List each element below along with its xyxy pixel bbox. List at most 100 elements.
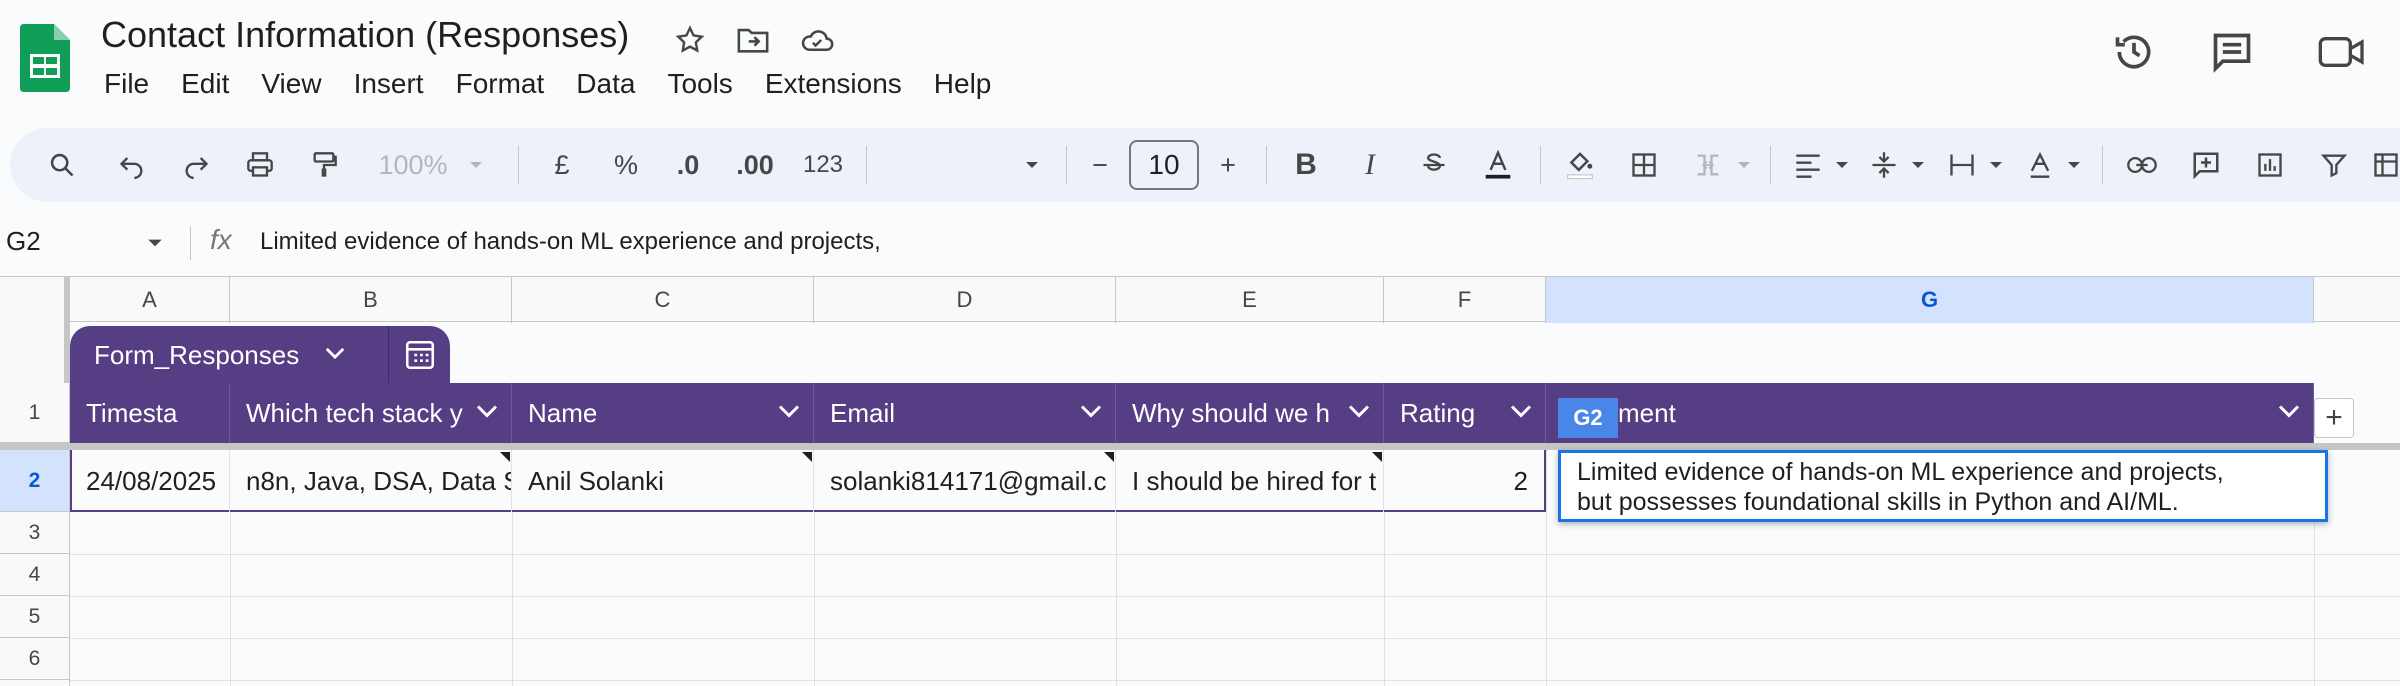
column-header-d[interactable]: D [814, 277, 1116, 323]
menu-edit[interactable]: Edit [165, 68, 245, 100]
chevron-down-icon[interactable] [475, 399, 499, 423]
cell-d2[interactable]: solanki814171@gmail.c [814, 450, 1116, 512]
comments-icon[interactable] [2206, 26, 2258, 78]
menu-insert[interactable]: Insert [338, 68, 440, 100]
percent-format-button[interactable]: % [604, 143, 648, 187]
toolbar-divider [1540, 146, 1541, 184]
formula-input[interactable]: Limited evidence of hands-on ML experien… [260, 228, 881, 256]
bold-button[interactable]: B [1284, 143, 1328, 187]
name-box[interactable]: G2 [6, 226, 41, 257]
document-title[interactable]: Contact Information (Responses) [101, 14, 629, 56]
chevron-down-icon[interactable] [1509, 399, 1533, 423]
text-color-icon[interactable] [1476, 143, 1520, 187]
increase-font-size-button[interactable]: + [1208, 143, 1248, 187]
column-header-c[interactable]: C [512, 277, 814, 323]
text-wrapping-icon[interactable] [1940, 143, 1984, 187]
filter-icon[interactable] [2312, 143, 2356, 187]
toolbar: 100% £ % .0 .00 123 − 10 + B I [10, 128, 2400, 202]
column-header-a[interactable]: A [70, 277, 230, 323]
column-header-f[interactable]: F [1384, 277, 1546, 323]
zoom-chevron-down-icon[interactable] [464, 143, 488, 187]
fill-color-icon[interactable] [1558, 143, 1602, 187]
version-history-icon[interactable] [2108, 26, 2160, 78]
add-column-button[interactable]: + [2314, 398, 2354, 438]
increase-decimal-button[interactable]: .00 [730, 143, 780, 187]
borders-icon[interactable] [1622, 143, 1666, 187]
insert-comment-icon[interactable] [2184, 143, 2228, 187]
menu-view[interactable]: View [245, 68, 337, 100]
undo-icon[interactable] [110, 143, 154, 187]
star-icon[interactable] [670, 20, 710, 60]
strikethrough-icon[interactable] [1412, 143, 1456, 187]
wrap-chevron-down-icon[interactable] [1984, 143, 2008, 187]
chevron-down-icon[interactable] [777, 399, 801, 423]
currency-format-button[interactable]: £ [540, 143, 584, 187]
cell-e2[interactable]: I should be hired for t [1116, 450, 1384, 512]
align-chevron-down-icon[interactable] [1830, 143, 1854, 187]
cell-f2[interactable]: 2 [1384, 450, 1546, 512]
menu-data[interactable]: Data [560, 68, 651, 100]
chevron-down-icon[interactable] [1079, 399, 1103, 423]
select-all-corner[interactable] [0, 277, 70, 323]
redo-icon[interactable] [174, 143, 218, 187]
print-icon[interactable] [238, 143, 282, 187]
table-header-email[interactable]: Email [814, 383, 1116, 443]
row-header-3[interactable]: 3 [0, 512, 70, 554]
italic-button[interactable]: I [1348, 143, 1392, 187]
column-header-g[interactable]: G [1546, 277, 2314, 323]
zoom-select[interactable]: 100% [368, 143, 458, 187]
chevron-down-icon[interactable] [2277, 399, 2301, 423]
table-header-comment[interactable]: ment [1546, 383, 2314, 443]
table-header-why-hire[interactable]: Why should we h [1116, 383, 1384, 443]
row-header-6[interactable]: 6 [0, 638, 70, 680]
more-formats-button[interactable]: 123 [796, 143, 850, 187]
horizontal-align-icon[interactable] [1786, 143, 1830, 187]
table-menu-chevron-down-icon[interactable] [324, 346, 346, 365]
table-header-tech-stack[interactable]: Which tech stack y [230, 383, 512, 443]
table-header-name[interactable]: Name [512, 383, 814, 443]
decrease-decimal-button[interactable]: .0 [666, 143, 710, 187]
rotation-chevron-down-icon[interactable] [2062, 143, 2086, 187]
sheets-logo-icon[interactable] [20, 24, 70, 92]
vertical-align-icon[interactable] [1862, 143, 1906, 187]
font-size-input[interactable]: 10 [1129, 140, 1199, 190]
filter-views-icon[interactable] [2372, 143, 2400, 187]
row-header-1[interactable]: 1 [0, 383, 70, 443]
font-family-chevron-down-icon[interactable] [1020, 143, 1044, 187]
decrease-font-size-button[interactable]: − [1080, 143, 1120, 187]
table-header-timestamp[interactable]: Timesta [70, 383, 230, 443]
menu-tools[interactable]: Tools [651, 68, 748, 100]
text-rotation-icon[interactable] [2018, 143, 2062, 187]
column-header-b[interactable]: B [230, 277, 512, 323]
insert-link-icon[interactable] [2120, 143, 2164, 187]
valign-chevron-down-icon[interactable] [1906, 143, 1930, 187]
search-menus-icon[interactable] [40, 143, 84, 187]
toolbar-divider [866, 146, 867, 184]
note-indicator [802, 452, 812, 462]
menu-file[interactable]: File [88, 68, 165, 100]
cell-b2[interactable]: n8n, Java, DSA, Data S [230, 450, 512, 512]
paint-format-icon[interactable] [302, 143, 346, 187]
column-header-e[interactable]: E [1116, 277, 1384, 323]
table-header-rating[interactable]: Rating [1384, 383, 1546, 443]
move-to-folder-icon[interactable] [733, 20, 773, 60]
cloud-saved-icon[interactable] [797, 20, 837, 60]
row-header-2[interactable]: 2 [0, 450, 70, 512]
name-box-chevron-down-icon[interactable] [146, 236, 164, 254]
cell-g2-editor[interactable]: Limited evidence of hands-on ML experien… [1558, 450, 2328, 522]
menu-format[interactable]: Format [440, 68, 561, 100]
table-calculator-icon[interactable] [388, 326, 450, 384]
meet-video-icon[interactable] [2316, 26, 2368, 78]
menu-help[interactable]: Help [918, 68, 1008, 100]
merge-cells-icon[interactable] [1686, 143, 1730, 187]
cell-a2[interactable]: 24/08/2025 [70, 450, 230, 512]
row-header-4[interactable]: 4 [0, 554, 70, 596]
menu-extensions[interactable]: Extensions [749, 68, 918, 100]
cell-c2[interactable]: Anil Solanki [512, 450, 814, 512]
chevron-down-icon[interactable] [1347, 399, 1371, 423]
row-header-7[interactable] [0, 680, 70, 686]
row-header-5[interactable]: 5 [0, 596, 70, 638]
table-name-tab[interactable]: Form_Responses [70, 326, 450, 384]
insert-chart-icon[interactable] [2248, 143, 2292, 187]
merge-chevron-down-icon[interactable] [1732, 143, 1756, 187]
